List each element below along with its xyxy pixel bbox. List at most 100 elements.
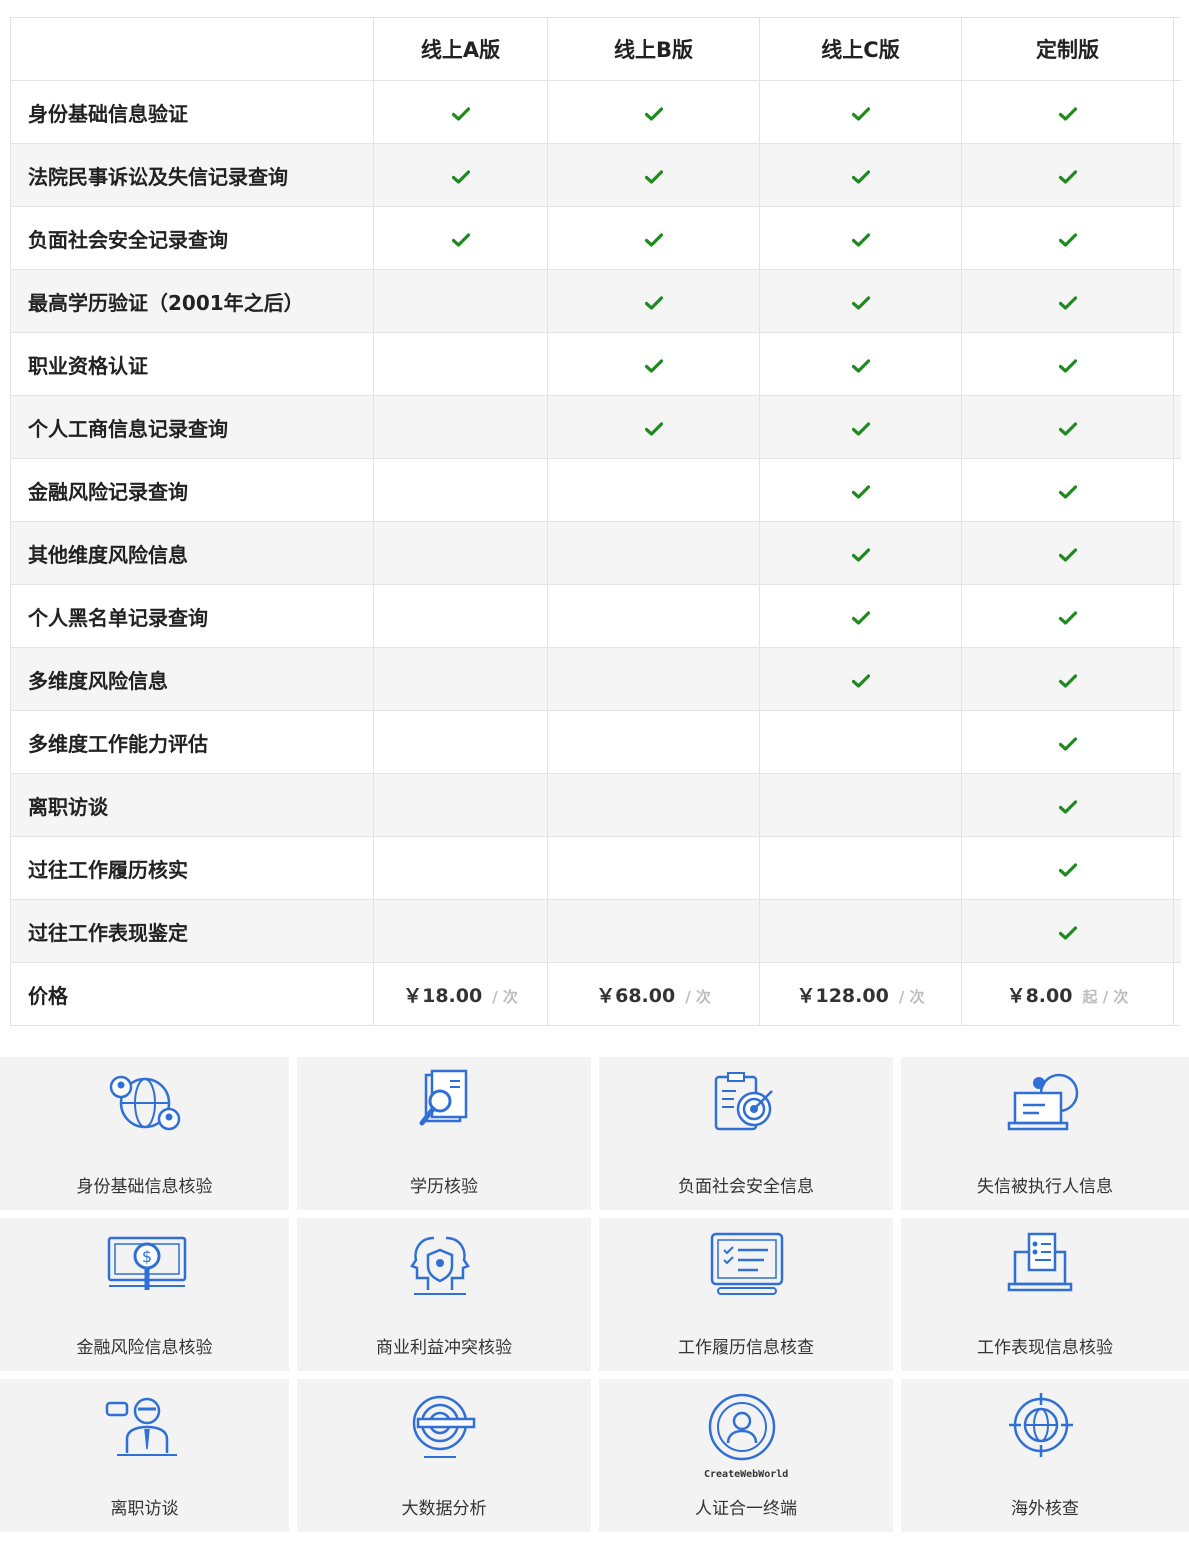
check-icon	[644, 289, 663, 313]
feature-cell	[759, 269, 962, 333]
table-row: 职业资格认证	[10, 332, 1181, 396]
service-tile[interactable]: 负面社会安全信息	[599, 1057, 893, 1210]
feature-cell	[961, 269, 1174, 333]
service-label: 学历核验	[410, 1177, 478, 1197]
service-label: 人证合一终端	[695, 1499, 797, 1519]
plan-header: 线上C版	[759, 17, 962, 81]
svg-text:$: $	[142, 1247, 152, 1266]
price-label: 价格	[10, 962, 374, 1026]
price-cell: ￥8.00 起 / 次	[961, 962, 1174, 1026]
feature-cell	[961, 143, 1174, 207]
price-amount: ￥8.00	[1006, 984, 1073, 1007]
table-row: 过往工作履历核实	[10, 836, 1181, 900]
feature-cell	[759, 773, 962, 837]
feature-cell	[961, 584, 1174, 648]
service-tile[interactable]: 人证合一终端 CreateWebWorld	[599, 1379, 893, 1532]
feature-cell	[547, 269, 760, 333]
feature-cell	[759, 80, 962, 144]
feature-name: 最高学历验证（2001年之后）	[28, 290, 304, 315]
check-icon	[1058, 856, 1077, 880]
feature-cell	[759, 899, 962, 963]
feature-cell	[759, 584, 962, 648]
service-label: 负面社会安全信息	[678, 1177, 814, 1197]
service-label: 金融风险信息核验	[76, 1338, 213, 1358]
check-icon	[851, 352, 870, 376]
feature-name: 个人黑名单记录查询	[28, 605, 208, 630]
service-tile[interactable]: 大数据分析	[297, 1379, 591, 1532]
table-row: 多维度工作能力评估	[10, 710, 1181, 774]
service-tile[interactable]: 失信被执行人信息	[901, 1057, 1189, 1210]
comparison-table-wrap: 线上A版 线上B版 线上C版 定制版 身份基础信息验证 法院民事诉讼及失信记录查询 负面社会…	[10, 17, 1181, 1026]
feature-cell	[547, 521, 760, 585]
feature-name: 离职访谈	[28, 794, 108, 819]
feature-cell	[759, 836, 962, 900]
header-corner	[10, 17, 374, 81]
feature-cell	[373, 521, 548, 585]
plan-name: 定制版	[1036, 38, 1099, 62]
price-unit: / 次	[492, 987, 518, 1006]
table-row: 离职访谈	[10, 773, 1181, 837]
feature-label: 过往工作履历核实	[10, 836, 374, 900]
table-edge	[1173, 206, 1181, 270]
service-tile[interactable]: 工作表现信息核验	[901, 1218, 1189, 1371]
price-unit: / 次	[898, 987, 925, 1006]
table-edge	[1173, 143, 1181, 207]
feature-cell	[547, 584, 760, 648]
table-edge	[1173, 332, 1181, 396]
watermark-text: CreateWebWorld	[704, 1469, 789, 1480]
check-icon	[851, 289, 870, 313]
table-header-row: 线上A版 线上B版 线上C版 定制版	[10, 17, 1181, 81]
check-icon	[1058, 604, 1077, 628]
price-amount: ￥18.00	[403, 984, 483, 1007]
service-tile[interactable]: 海外核查	[901, 1379, 1189, 1532]
check-icon	[451, 163, 470, 187]
feature-name: 职业资格认证	[28, 353, 148, 378]
feature-cell	[961, 521, 1174, 585]
feature-cell	[759, 143, 962, 207]
check-icon	[1058, 100, 1077, 124]
service-tile[interactable]: $ 金融风险信息核验	[0, 1218, 289, 1371]
table-edge	[1173, 269, 1181, 333]
check-icon	[644, 100, 663, 124]
feature-cell	[373, 710, 548, 774]
feature-cell	[547, 458, 760, 522]
feature-label: 过往工作表现鉴定	[10, 899, 374, 963]
plan-name: 线上B版	[613, 38, 693, 62]
table-row: 个人黑名单记录查询	[10, 584, 1181, 648]
plan-name: 线上C版	[821, 38, 900, 62]
table-edge	[1173, 521, 1181, 585]
service-tile[interactable]: 身份基础信息核验	[0, 1057, 289, 1210]
check-icon	[1058, 415, 1077, 439]
feature-label: 最高学历验证（2001年之后）	[10, 269, 374, 333]
table-edge	[1173, 836, 1181, 900]
feature-name: 个人工商信息记录查询	[28, 416, 228, 441]
service-tile[interactable]: 离职访谈	[0, 1379, 289, 1532]
feature-name: 其他维度风险信息	[28, 542, 188, 567]
service-tile[interactable]: 工作履历信息核查	[599, 1218, 893, 1371]
feature-cell	[373, 647, 548, 711]
feature-label: 金融风险记录查询	[10, 458, 374, 522]
feature-cell	[547, 773, 760, 837]
check-icon	[1058, 730, 1077, 754]
feature-cell	[961, 80, 1174, 144]
service-tile[interactable]: 学历核验	[297, 1057, 591, 1210]
service-label: 身份基础信息核验	[76, 1177, 213, 1197]
feature-cell	[373, 206, 548, 270]
feature-cell	[373, 143, 548, 207]
table-edge	[1173, 395, 1181, 459]
feature-cell	[373, 584, 548, 648]
check-icon	[851, 667, 870, 691]
table-edge	[1173, 458, 1181, 522]
check-icon	[851, 100, 870, 124]
service-tile[interactable]: 商业利益冲突核验	[297, 1218, 591, 1371]
check-icon	[851, 478, 870, 502]
table-edge	[1173, 584, 1181, 648]
service-label: 商业利益冲突核验	[376, 1338, 512, 1358]
feature-cell	[759, 332, 962, 396]
check-icon	[851, 415, 870, 439]
feature-cell	[759, 395, 962, 459]
table-row: 负面社会安全记录查询	[10, 206, 1181, 270]
table-edge	[1173, 647, 1181, 711]
plan-name: 线上A版	[420, 38, 501, 62]
check-icon	[1058, 541, 1077, 565]
